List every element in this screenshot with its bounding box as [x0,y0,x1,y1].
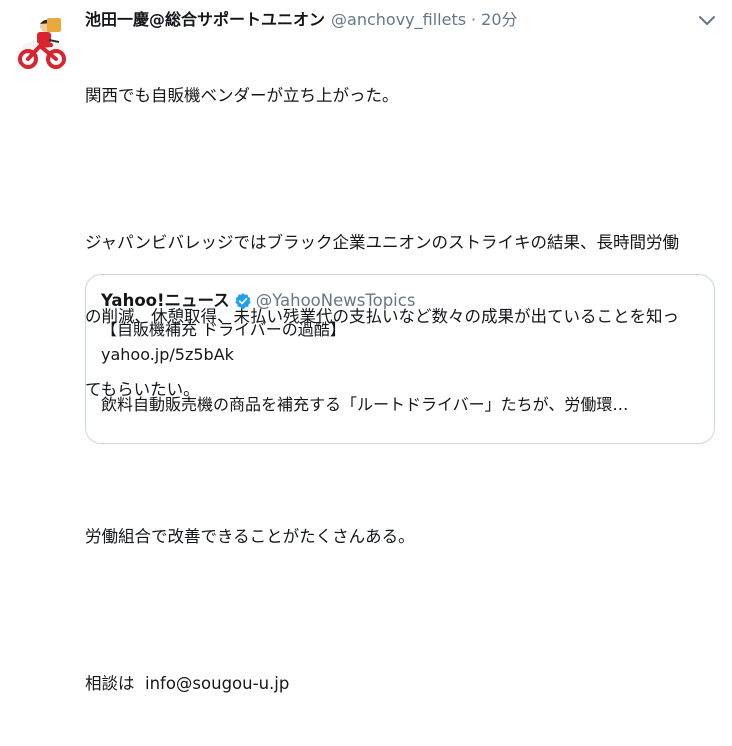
tweet-text-line: ジャパンビバレッジではブラック企業ユニオンのストライキの結果、長時間労働 [85,233,679,252]
quoted-excerpt: 飲料自動販売機の商品を補充する「ルートドライバー」たちが、労働環… [101,395,629,414]
verified-badge-icon [234,292,252,310]
tweet-text-line [85,158,721,183]
avatar[interactable] [11,12,73,74]
separator-dot: · [471,10,477,29]
quoted-title: 【自販機補充 ドライバーの過酷】 [101,320,346,339]
timestamp[interactable]: 20分 [481,9,517,31]
author-display-name[interactable]: 池田一慶@総合サポートユニオン [85,9,325,31]
avatar-image [11,12,73,74]
chevron-down-icon[interactable] [697,13,717,29]
quoted-tweet-card[interactable]: Yahoo!ニュース @YahooNewsTopics 【自販機補充 ドライバー… [85,274,715,444]
author-handle[interactable]: @anchovy_fillets [331,9,466,31]
tweet-text-line-contact: 相談は info@sougou-u.jp [85,674,290,693]
tweet-header: 池田一慶@総合サポートユニオン @anchovy_fillets · 20分 [85,9,518,31]
quoted-author-handle: @YahooNewsTopics [255,291,416,310]
quoted-tweet-header: Yahoo!ニュース @YahooNewsTopics [101,290,415,312]
tweet-text-line: 労働組合で改善できることがたくさんある。 [85,527,415,546]
tweet-text-line [85,599,721,624]
quoted-author-name: Yahoo!ニュース [101,291,230,310]
tweet: 池田一慶@総合サポートユニオン @anchovy_fillets · 20分 関… [0,0,732,693]
quoted-link[interactable]: yahoo.jp/5z5bAk [101,344,234,366]
tweet-text-line [85,452,721,477]
tweet-text-line: 関西でも自販機ベンダーが立ち上がった。 [85,86,399,105]
